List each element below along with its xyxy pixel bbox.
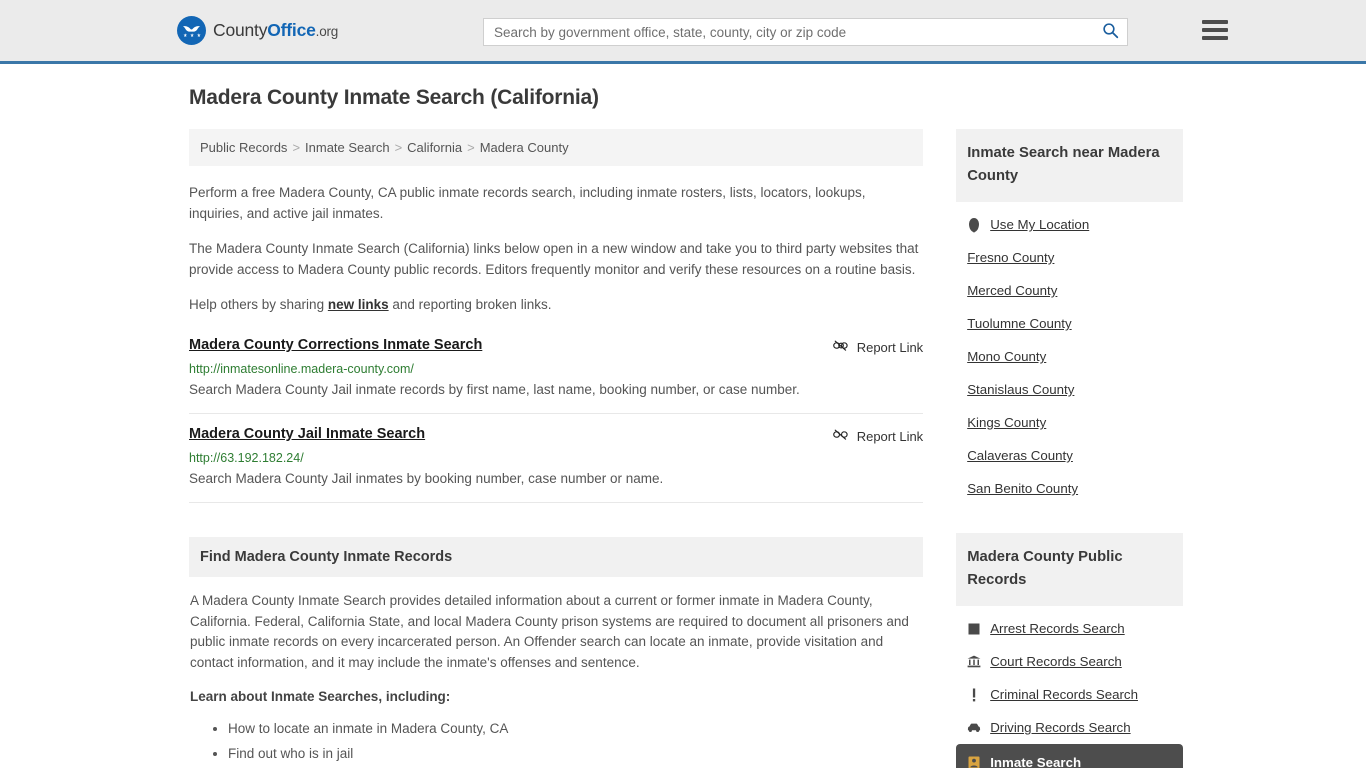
sidebar-public-records-block: Madera County Public Records Arrest Reco… [956, 533, 1183, 768]
breadcrumb-item-madera-county[interactable]: Madera County [480, 140, 569, 155]
breadcrumb-item-california[interactable]: California [407, 140, 462, 155]
county-link-label[interactable]: Kings County [967, 415, 1046, 430]
site-logo-text: CountyOffice.org [213, 20, 338, 41]
county-link-label[interactable]: Merced County [967, 283, 1057, 298]
public-record-link-label[interactable]: Court Records Search [990, 654, 1122, 669]
county-link-label[interactable]: Calaveras County [967, 448, 1073, 463]
hamburger-bar [1202, 28, 1228, 32]
public-record-link-label[interactable]: Driving Records Search [990, 720, 1130, 735]
county-link-label[interactable]: Tuolumne County [967, 316, 1071, 331]
list-item: How to locate an inmate in Madera County… [228, 718, 922, 740]
share-text-before: Help others by sharing [189, 297, 328, 312]
sidebar-item-tuolumne-county[interactable]: Tuolumne County [956, 307, 1183, 340]
inmate-search-label[interactable]: Inmate Search [990, 755, 1081, 768]
sidebar-nearby-list: Use My Location Fresno County Merced Cou… [956, 202, 1183, 505]
report-link-label: Report Link [856, 339, 924, 355]
sidebar-item-kings-county[interactable]: Kings County [956, 406, 1183, 439]
result-title-link[interactable]: Madera County Corrections Inmate Search [189, 337, 482, 353]
breadcrumb-item-public-records[interactable]: Public Records [200, 140, 287, 155]
result-title-link[interactable]: Madera County Jail Inmate Search [189, 426, 425, 442]
fingerprint-icon [967, 621, 981, 636]
search-bar[interactable] [483, 18, 1128, 46]
car-icon [967, 720, 981, 735]
result-description: Search Madera County Jail inmates by boo… [189, 471, 664, 486]
result-url: http://inmatesonline.madera-county.com/ [189, 362, 414, 376]
sidebar-item-san-benito-county[interactable]: San Benito County [956, 472, 1183, 505]
countyoffice-eagle-logo-icon [177, 16, 206, 45]
find-records-paragraph: A Madera County Inmate Search provides d… [190, 593, 909, 670]
use-my-location-label[interactable]: Use My Location [990, 217, 1089, 232]
public-record-link-label[interactable]: Criminal Records Search [990, 687, 1138, 702]
intro-paragraph-2: The Madera County Inmate Search (Califor… [189, 241, 919, 277]
sidebar-item-use-my-location[interactable]: Use My Location [956, 208, 1183, 241]
breadcrumb-separator: > [292, 140, 301, 155]
intro-text: Perform a free Madera County, CA public … [189, 182, 923, 315]
search-icon [1102, 22, 1119, 42]
sidebar-nearby-heading: Inmate Search near Madera County [956, 129, 1183, 202]
exclamation-icon [967, 687, 981, 702]
sidebar-item-fresno-county[interactable]: Fresno County [956, 241, 1183, 274]
new-links-link[interactable]: new links [328, 297, 389, 312]
find-records-heading: Find Madera County Inmate Records [189, 537, 924, 577]
report-link-label: Report Link [856, 428, 924, 444]
courthouse-icon [967, 654, 981, 669]
intro-paragraph-3: Help others by sharing new links and rep… [189, 294, 923, 315]
sidebar-item-calaveras-county[interactable]: Calaveras County [956, 439, 1183, 472]
sidebar-item-merced-county[interactable]: Merced County [956, 274, 1183, 307]
site-header: CountyOffice.org [0, 0, 1366, 64]
list-item: Find out who is in jail [228, 743, 922, 765]
breadcrumb-separator: > [394, 140, 403, 155]
learn-about-subheading: Learn about Inmate Searches, including: [190, 689, 451, 704]
find-records-body: A Madera County Inmate Search provides d… [189, 577, 923, 765]
site-logo[interactable]: CountyOffice.org [177, 16, 338, 45]
main-content: Public Records > Inmate Search > California >… [189, 129, 924, 768]
county-link-label[interactable]: Fresno County [967, 250, 1054, 265]
inmate-icon [967, 755, 981, 768]
logo-text-org: .org [315, 24, 339, 39]
page-container: Madera County Inmate Search (California)… [183, 64, 1183, 768]
county-link-label[interactable]: Mono County [967, 349, 1046, 364]
county-link-label[interactable]: San Benito County [967, 481, 1078, 496]
sidebar-item-arrest-records-search[interactable]: Arrest Records Search [956, 612, 1183, 645]
map-pin-icon [967, 217, 981, 232]
sidebar-public-records-heading: Madera County Public Records [956, 533, 1183, 606]
result-item: Madera County Corrections Inmate Search … [189, 329, 924, 414]
result-description: Search Madera County Jail inmate records… [189, 382, 800, 397]
search-button[interactable] [1093, 19, 1127, 45]
report-link-button[interactable]: Report Link [832, 338, 924, 356]
sidebar-item-mono-county[interactable]: Mono County [956, 340, 1183, 373]
logo-text-office: Office [267, 20, 316, 40]
breadcrumb: Public Records > Inmate Search > California >… [189, 129, 924, 166]
page-title: Madera County Inmate Search (California) [189, 86, 599, 109]
breadcrumb-separator: > [467, 140, 475, 155]
intro-paragraph-1: Perform a free Madera County, CA public … [189, 185, 866, 221]
learn-about-list: How to locate an inmate in Madera County… [190, 718, 922, 765]
sidebar-item-criminal-records-search[interactable]: Criminal Records Search [956, 678, 1183, 711]
share-text-after: and reporting broken links. [388, 297, 552, 312]
breadcrumb-item-inmate-search[interactable]: Inmate Search [305, 140, 390, 155]
public-record-link-label[interactable]: Arrest Records Search [990, 621, 1125, 636]
result-item: Madera County Jail Inmate Search Report … [189, 418, 924, 503]
report-link-button[interactable]: Report Link [832, 427, 924, 445]
result-url: http://63.192.182.24/ [189, 451, 304, 465]
sidebar: Inmate Search near Madera County Use My … [956, 129, 1183, 768]
sidebar-item-driving-records-search[interactable]: Driving Records Search [956, 711, 1183, 744]
hamburger-bar [1202, 36, 1228, 40]
sidebar-public-records-list: Arrest Records Search Court Records Sear… [956, 606, 1183, 768]
search-input[interactable] [484, 19, 1093, 45]
sidebar-item-inmate-search[interactable]: Inmate Search [956, 744, 1183, 768]
county-link-label[interactable]: Stanislaus County [967, 382, 1074, 397]
sidebar-item-court-records-search[interactable]: Court Records Search [956, 645, 1183, 678]
logo-text-county: County [213, 20, 268, 40]
hamburger-menu-icon[interactable] [1202, 20, 1228, 40]
broken-link-icon [832, 338, 848, 356]
hamburger-bar [1202, 20, 1228, 24]
broken-link-icon [832, 427, 848, 445]
sidebar-item-stanislaus-county[interactable]: Stanislaus County [956, 373, 1183, 406]
